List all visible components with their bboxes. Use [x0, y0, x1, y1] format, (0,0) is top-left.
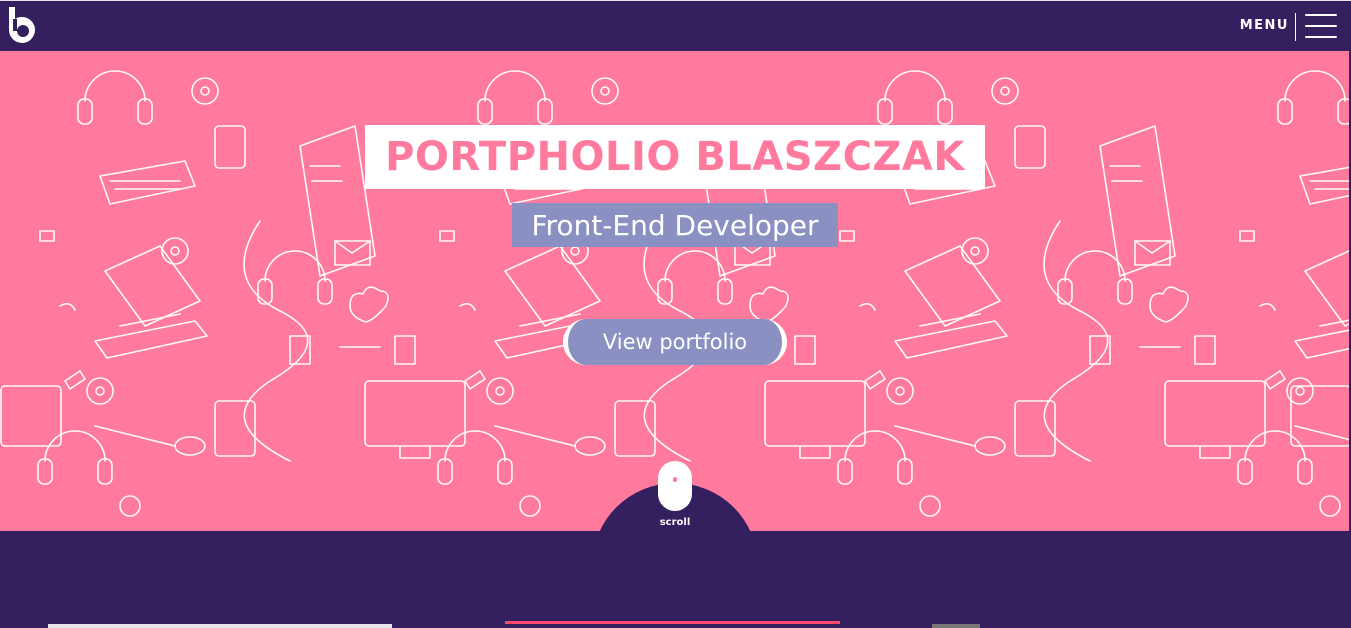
scroll-label: scroll: [659, 517, 691, 528]
next-section-divider-right: [932, 624, 980, 628]
menu-label[interactable]: MENU: [1240, 18, 1289, 33]
view-portfolio-label: View portfolio: [602, 330, 748, 354]
hamburger-icon[interactable]: [1305, 14, 1337, 40]
mouse-icon[interactable]: [658, 461, 692, 511]
top-navbar: MENU: [0, 0, 1351, 51]
next-section-divider-left: [48, 624, 392, 628]
mouse-wheel: [673, 477, 677, 482]
next-section: [0, 531, 1351, 628]
hero-title: PORTPHOLIO BLASZCZAK: [385, 134, 965, 180]
next-section-heading-peek: [505, 621, 840, 628]
hero-title-box: PORTPHOLIO BLASZCZAK: [365, 125, 985, 189]
hero-subtitle-box: Front-End Developer: [512, 203, 838, 247]
hero-section: PORTPHOLIO BLASZCZAK Front-End Developer…: [0, 51, 1349, 531]
hero-subtitle: Front-End Developer: [531, 208, 819, 242]
doodle-pattern: [0, 70, 1349, 517]
logo-icon[interactable]: [6, 7, 40, 45]
view-portfolio-button[interactable]: View portfolio: [563, 319, 787, 365]
menu-divider: [1295, 13, 1296, 41]
